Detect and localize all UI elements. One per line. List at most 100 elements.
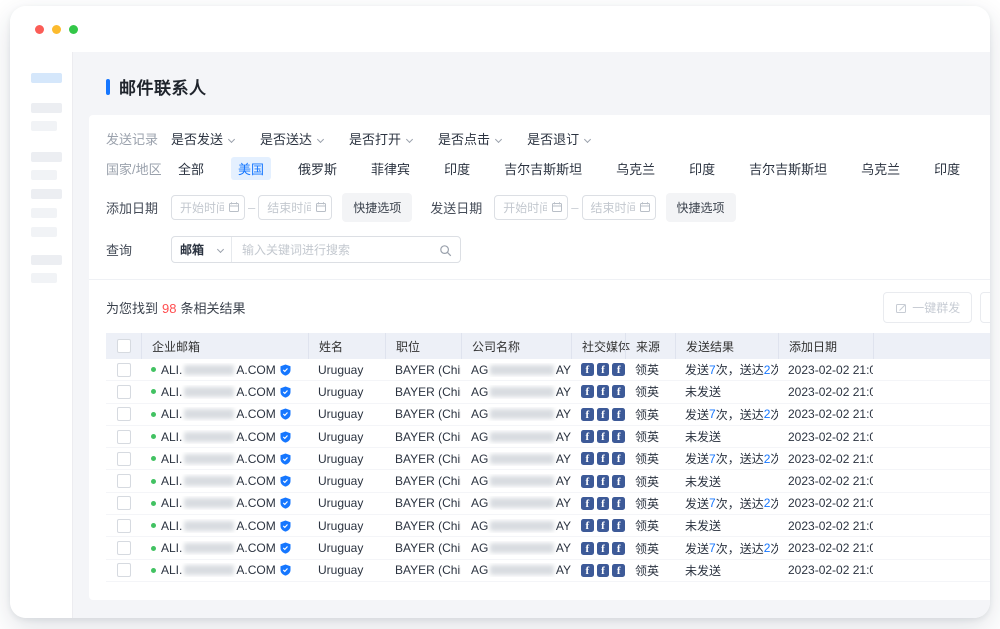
send-result-cell: 未发送 (675, 517, 778, 534)
redacted-company-segment (490, 409, 554, 419)
query-field-select[interactable]: 邮箱 (172, 237, 232, 262)
row-checkbox[interactable] (117, 452, 131, 466)
send-filter-dropdown[interactable]: 是否送达 (260, 129, 323, 148)
facebook-icon[interactable]: f (612, 497, 625, 510)
send-filter-dropdown[interactable]: 是否打开 (349, 129, 412, 148)
row-checkbox[interactable] (117, 363, 131, 377)
select-all-checkbox[interactable] (117, 339, 131, 353)
facebook-icon[interactable]: f (612, 452, 625, 465)
facebook-icon[interactable]: f (597, 519, 610, 532)
window-maximize-button[interactable] (69, 25, 78, 34)
country-chip[interactable]: 全部 (171, 157, 211, 180)
facebook-icon[interactable]: f (581, 542, 594, 555)
name-cell: Uruguay (308, 385, 385, 399)
facebook-icon[interactable]: f (597, 385, 610, 398)
send-date-end-input[interactable] (582, 195, 656, 220)
row-checkbox[interactable] (117, 385, 131, 399)
bulk-send-button[interactable]: 一键群发 (883, 292, 972, 323)
row-checkbox[interactable] (117, 474, 131, 488)
redacted-email-segment (184, 521, 234, 531)
main-content: 邮件联系人 邮件报告 + 添加 (72, 52, 990, 618)
facebook-icon[interactable]: f (612, 408, 625, 421)
facebook-icon[interactable]: f (597, 363, 610, 376)
facebook-icon[interactable]: f (581, 385, 594, 398)
send-filter-dropdown[interactable]: 是否点击 (438, 129, 501, 148)
country-chip[interactable]: 吉尔吉斯斯坦 (742, 157, 834, 180)
facebook-icon[interactable]: f (581, 475, 594, 488)
email-cell: ALI.A.COM (141, 541, 308, 555)
facebook-icon[interactable]: f (612, 564, 625, 577)
facebook-icon[interactable]: f (597, 564, 610, 577)
bulk-delete-button[interactable]: 批量删除 (980, 292, 990, 323)
country-chip[interactable]: 吉尔吉斯斯坦 (497, 157, 589, 180)
country-chip[interactable]: 印度 (437, 157, 477, 180)
country-chip[interactable]: 印度 (927, 157, 967, 180)
send-date-start-input[interactable] (494, 195, 568, 220)
facebook-icon[interactable]: f (612, 519, 625, 532)
query-label: 查询 (106, 240, 171, 259)
country-chip[interactable]: 美国 (231, 157, 271, 180)
row-checkbox[interactable] (117, 496, 131, 510)
source-cell: 领英 (625, 406, 675, 423)
send-result-cell: 发送 7 次，送达 2 次 (675, 495, 778, 512)
facebook-icon[interactable]: f (581, 363, 594, 376)
facebook-icon[interactable]: f (612, 385, 625, 398)
country-chip[interactable]: 印度 (682, 157, 722, 180)
country-chip[interactable]: 印度 (987, 157, 990, 180)
row-checkbox[interactable] (117, 519, 131, 533)
sidebar-skeleton-item (31, 170, 57, 180)
add-date-start-input[interactable] (171, 195, 245, 220)
send-filter-dropdown[interactable]: 是否发送 (171, 129, 234, 148)
facebook-icon[interactable]: f (597, 497, 610, 510)
shield-check-icon (280, 520, 291, 532)
email-cell: ALI.A.COM (141, 519, 308, 533)
search-group: 邮箱 (171, 236, 461, 263)
send-result-text: 未发送 (685, 517, 721, 534)
actions-cell: 详情更多 (873, 383, 990, 400)
email-cell: ALI.A.COM (141, 563, 308, 577)
facebook-icon[interactable]: f (581, 408, 594, 421)
shield-check-icon (280, 431, 291, 443)
country-chip[interactable]: 俄罗斯 (291, 157, 344, 180)
facebook-icon[interactable]: f (597, 452, 610, 465)
email-cell: ALI.A.COM (141, 452, 308, 466)
row-checkbox[interactable] (117, 407, 131, 421)
facebook-icon[interactable]: f (612, 542, 625, 555)
position-cell: BAYER (China) (385, 385, 461, 399)
facebook-icon[interactable]: f (597, 408, 610, 421)
send-date-quick-options-button[interactable]: 快捷选项 (666, 193, 736, 222)
add-date-end-input[interactable] (258, 195, 332, 220)
facebook-icon[interactable]: f (612, 430, 625, 443)
country-chip[interactable]: 乌克兰 (854, 157, 907, 180)
send-result-cell: 未发送 (675, 562, 778, 579)
facebook-icon[interactable]: f (581, 452, 594, 465)
add-date-quick-options-button[interactable]: 快捷选项 (342, 193, 412, 222)
facebook-icon[interactable]: f (581, 430, 594, 443)
facebook-icon[interactable]: f (597, 542, 610, 555)
facebook-icon[interactable]: f (612, 475, 625, 488)
name-cell: Uruguay (308, 452, 385, 466)
company-cell: AGAY (461, 563, 571, 577)
facebook-icon[interactable]: f (581, 497, 594, 510)
facebook-icon[interactable]: f (597, 475, 610, 488)
window-close-button[interactable] (35, 25, 44, 34)
country-chip[interactable]: 菲律宾 (364, 157, 417, 180)
facebook-icon[interactable]: f (581, 519, 594, 532)
row-checkbox[interactable] (117, 430, 131, 444)
country-chip[interactable]: 乌克兰 (609, 157, 662, 180)
facebook-icon[interactable]: f (612, 363, 625, 376)
send-filter-dropdown[interactable]: 是否退订 (527, 129, 590, 148)
email-cell: ALI.A.COM (141, 385, 308, 399)
facebook-icon[interactable]: f (597, 430, 610, 443)
row-checkbox[interactable] (117, 541, 131, 555)
window-minimize-button[interactable] (52, 25, 61, 34)
row-checkbox[interactable] (117, 563, 131, 577)
facebook-icon[interactable]: f (581, 564, 594, 577)
search-input[interactable] (232, 243, 460, 257)
send-result-text: 7 (709, 541, 716, 555)
table-row: ALI.A.COMUruguayBAYER (China)AGAYfff领英未发… (106, 560, 990, 582)
chevron-down-icon (217, 246, 224, 253)
redacted-email-segment (184, 565, 234, 575)
row-checkbox-cell (106, 541, 141, 555)
compose-icon (895, 302, 907, 314)
